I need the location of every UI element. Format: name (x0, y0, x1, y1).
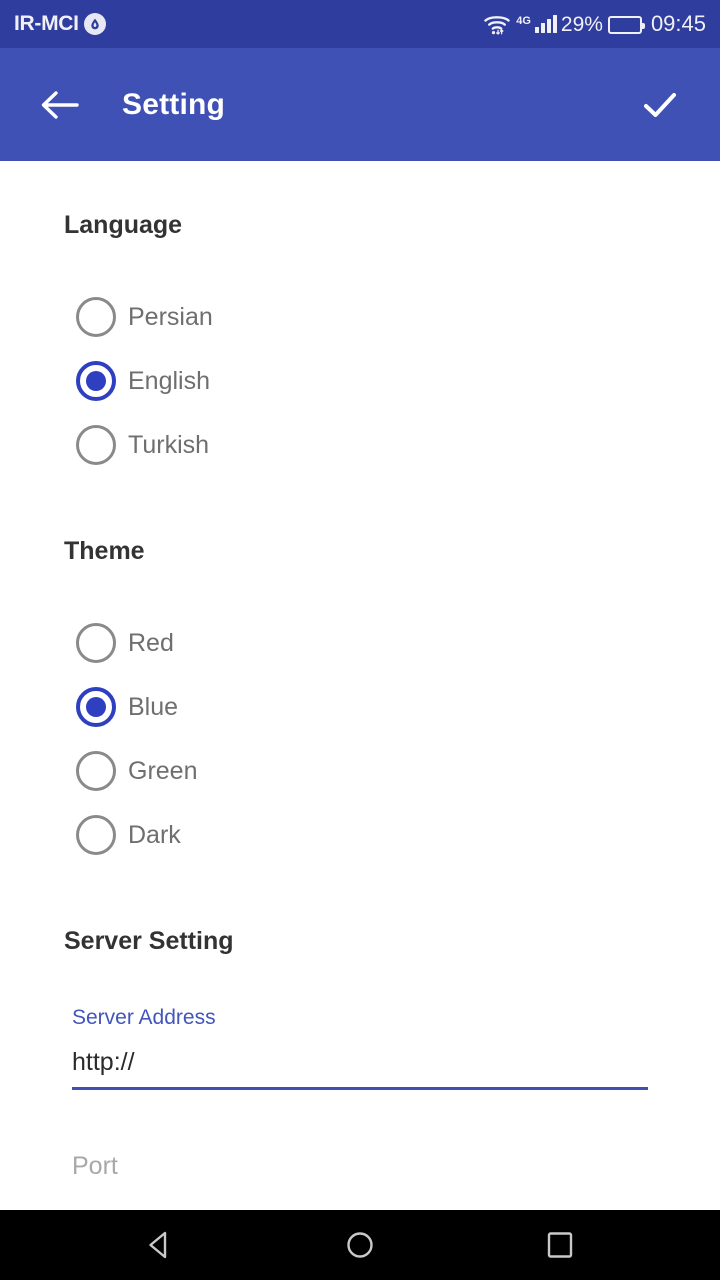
language-section: Language Persian English Turkish (0, 211, 720, 477)
theme-option-dark[interactable]: Dark (0, 803, 720, 867)
nav-home-circle-icon[interactable] (316, 1215, 404, 1275)
radio-label: Green (128, 756, 198, 785)
battery-icon (607, 16, 645, 34)
server-address-input[interactable]: http:// (72, 1030, 648, 1087)
radio-button[interactable] (76, 751, 116, 791)
theme-option-green[interactable]: Green (0, 739, 720, 803)
android-nav-bar (0, 1210, 720, 1280)
theme-section: Theme Red Blue Green Dark (0, 537, 720, 867)
back-arrow-icon[interactable] (32, 77, 88, 133)
language-option-english[interactable]: English (0, 349, 720, 413)
signal-bars-icon (534, 15, 557, 33)
droplet-icon (83, 13, 106, 35)
carrier-name: IR-MCI (14, 12, 79, 35)
nav-back-triangle-icon[interactable] (116, 1215, 204, 1275)
server-setting-heading: Server Setting (64, 927, 234, 955)
theme-option-blue[interactable]: Blue (0, 675, 720, 739)
status-icons: 4G 29% 09:45 (483, 12, 706, 36)
radio-button[interactable] (76, 623, 116, 663)
carrier-info: IR-MCI (14, 12, 106, 36)
server-address-label: Server Address (72, 1006, 216, 1029)
radio-button[interactable] (76, 425, 116, 465)
theme-option-red[interactable]: Red (0, 611, 720, 675)
port-field[interactable]: Port (0, 1152, 720, 1181)
clock-label: 09:45 (650, 11, 706, 36)
language-heading: Language (64, 211, 183, 239)
radio-label: English (128, 366, 210, 395)
check-icon[interactable] (632, 77, 688, 133)
radio-button[interactable] (76, 815, 116, 855)
theme-heading: Theme (64, 537, 145, 565)
radio-button[interactable] (76, 297, 116, 337)
settings-content: Language Persian English Turkish Theme Red… (0, 161, 720, 1210)
battery-percent-label: 29% (560, 13, 603, 36)
radio-label: Persian (128, 302, 213, 331)
server-setting-section: Server Setting Server Address http:// Po… (0, 927, 720, 1181)
port-input[interactable]: Port (72, 1152, 648, 1181)
language-option-persian[interactable]: Persian (0, 285, 720, 349)
radio-label: Red (128, 628, 174, 657)
phone-screen: IR-MCI 4G 29% 09:45 Setting Language Per… (0, 0, 720, 1280)
server-address-underline (72, 1087, 648, 1090)
language-radio-group: Persian English Turkish (0, 285, 720, 477)
language-option-turkish[interactable]: Turkish (0, 413, 720, 477)
app-bar: Setting (0, 48, 720, 161)
wifi-icon (483, 12, 511, 36)
page-title: Setting (122, 87, 226, 121)
radio-button-selected[interactable] (76, 687, 116, 727)
nav-recents-square-icon[interactable] (516, 1215, 604, 1275)
radio-button-selected[interactable] (76, 361, 116, 401)
radio-label: Dark (128, 820, 181, 849)
status-bar: IR-MCI 4G 29% 09:45 (0, 0, 720, 48)
server-address-field[interactable]: Server Address http:// (0, 1006, 720, 1090)
radio-label: Blue (128, 692, 179, 721)
radio-label: Turkish (128, 430, 210, 459)
theme-radio-group: Red Blue Green Dark (0, 611, 720, 867)
network-type-label: 4G (516, 15, 531, 27)
